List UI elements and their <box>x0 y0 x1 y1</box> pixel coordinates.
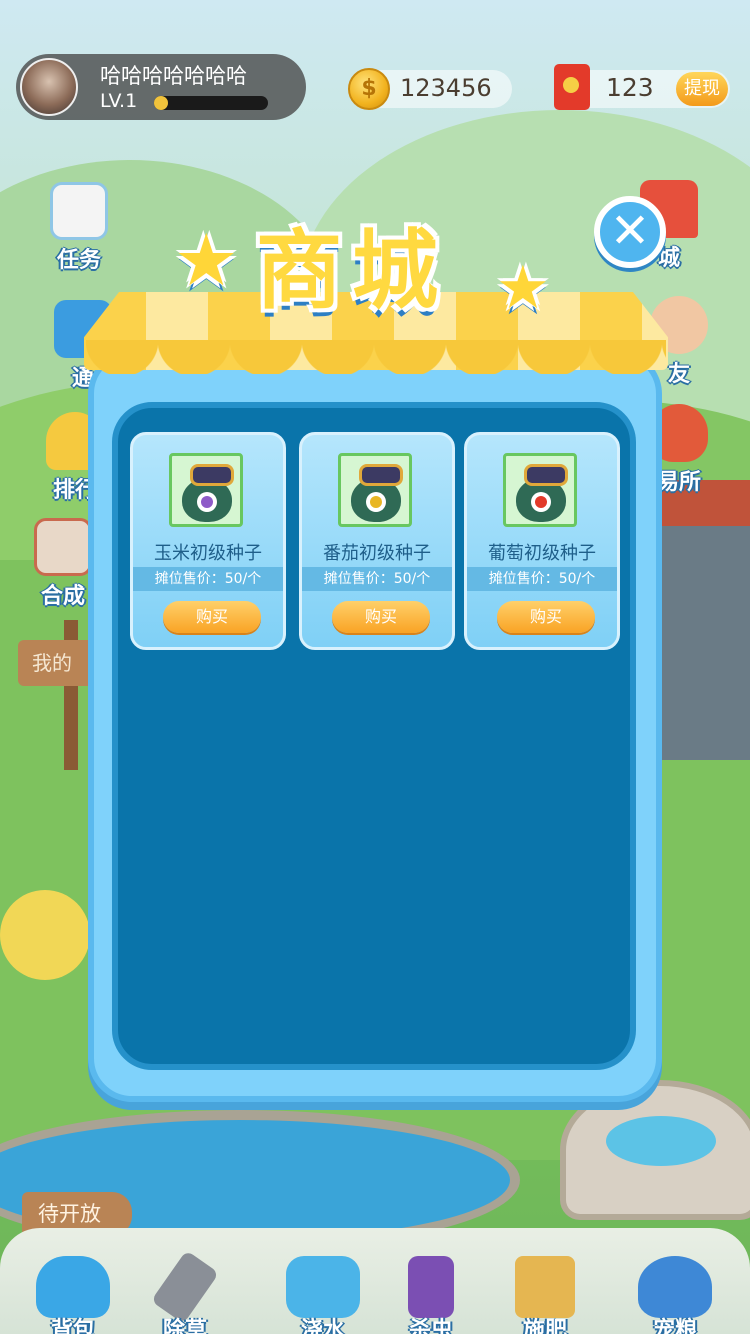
close-icon: ✕ <box>609 203 651 259</box>
seed-bag-icon <box>516 464 568 522</box>
buy-button[interactable]: 购买 <box>163 601 261 633</box>
item-name: 葡萄初级种子 <box>488 543 596 564</box>
seed-bag-thumbnail <box>169 453 243 527</box>
buy-button[interactable]: 购买 <box>332 601 430 633</box>
item-name: 番茄初级种子 <box>323 543 431 564</box>
shop-item-card: 番茄初级种子 摊位售价：50/个 购买 <box>299 432 455 650</box>
seed-icon <box>201 496 213 508</box>
shop-item-card: 葡萄初级种子 摊位售价：50/个 购买 <box>464 432 620 650</box>
shop-awning-scallops <box>86 340 666 374</box>
seed-icon <box>535 496 547 508</box>
star-icon: ★ <box>496 253 550 323</box>
close-button[interactable]: ✕ <box>594 196 666 268</box>
seed-bag-icon <box>351 464 403 522</box>
star-icon: ★ <box>174 218 239 302</box>
shop-title: 商城 <box>256 221 448 321</box>
shop-title-banner: ★ 商城 ★ <box>166 194 576 334</box>
item-price: 摊位售价：50/个 <box>467 567 617 591</box>
buy-button[interactable]: 购买 <box>497 601 595 633</box>
item-price: 摊位售价：50/个 <box>133 567 283 591</box>
shop-item-card: 玉米初级种子 摊位售价：50/个 购买 <box>130 432 286 650</box>
item-price: 摊位售价：50/个 <box>302 567 452 591</box>
seed-bag-thumbnail <box>503 453 577 527</box>
seed-icon <box>370 496 382 508</box>
item-name: 玉米初级种子 <box>154 543 262 564</box>
seed-bag-thumbnail <box>338 453 412 527</box>
seed-bag-icon <box>182 464 234 522</box>
